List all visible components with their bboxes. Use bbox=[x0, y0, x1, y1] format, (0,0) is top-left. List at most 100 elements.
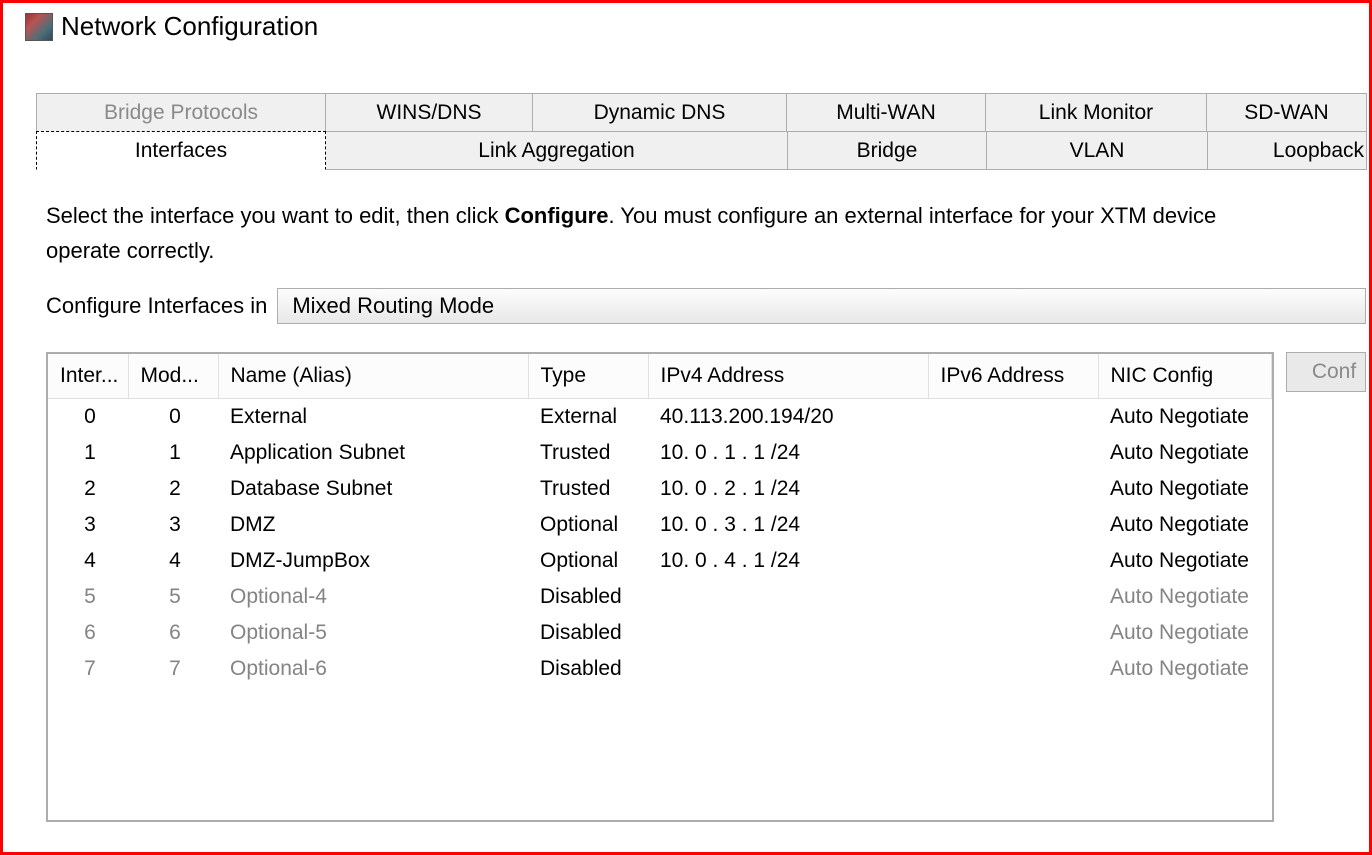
cell-ipv4: 10. 0 . 4 . 1 /24 bbox=[648, 543, 928, 579]
tab-link-monitor[interactable]: Link Monitor bbox=[985, 93, 1207, 132]
cell-nic: Auto Negotiate bbox=[1098, 435, 1272, 471]
cell-ipv6 bbox=[928, 399, 1098, 436]
grid-header-row: Inter... Mod... Name (Alias) Type IPv4 A… bbox=[48, 354, 1272, 399]
title-bar: Network Configuration bbox=[3, 3, 1369, 46]
cell-nic: Auto Negotiate bbox=[1098, 579, 1272, 615]
cell-interface: 7 bbox=[48, 651, 128, 687]
tab-sd-wan[interactable]: SD-WAN bbox=[1206, 93, 1367, 132]
tab-loopback[interactable]: Loopback bbox=[1207, 131, 1367, 170]
cell-name: Optional-6 bbox=[218, 651, 528, 687]
cell-name: DMZ bbox=[218, 507, 528, 543]
col-module[interactable]: Mod... bbox=[128, 354, 218, 399]
col-type[interactable]: Type bbox=[528, 354, 648, 399]
interfaces-panel: Select the interface you want to edit, t… bbox=[36, 169, 1366, 822]
col-ipv6-address[interactable]: IPv6 Address bbox=[928, 354, 1098, 399]
tab-link-aggregation[interactable]: Link Aggregation bbox=[325, 131, 788, 170]
cell-name: Optional-5 bbox=[218, 615, 528, 651]
cell-module: 7 bbox=[128, 651, 218, 687]
mode-row: Configure Interfaces in Mixed Routing Mo… bbox=[46, 288, 1366, 324]
window-frame: Network Configuration Bridge Protocols W… bbox=[0, 0, 1372, 855]
cell-nic: Auto Negotiate bbox=[1098, 399, 1272, 436]
cell-ipv6 bbox=[928, 471, 1098, 507]
instruction-bold: Configure bbox=[505, 203, 609, 228]
table-row[interactable]: 22Database SubnetTrusted10. 0 . 2 . 1 /2… bbox=[48, 471, 1272, 507]
cell-interface: 5 bbox=[48, 579, 128, 615]
cell-interface: 6 bbox=[48, 615, 128, 651]
tab-multi-wan[interactable]: Multi-WAN bbox=[786, 93, 986, 132]
cell-interface: 1 bbox=[48, 435, 128, 471]
table-row[interactable]: 00ExternalExternal40.113.200.194/20Auto … bbox=[48, 399, 1272, 436]
cell-module: 2 bbox=[128, 471, 218, 507]
cell-interface: 0 bbox=[48, 399, 128, 436]
cell-type: Trusted bbox=[528, 471, 648, 507]
cell-nic: Auto Negotiate bbox=[1098, 507, 1272, 543]
table-row[interactable]: 55Optional-4DisabledAuto Negotiate bbox=[48, 579, 1272, 615]
side-buttons: Conf bbox=[1286, 352, 1366, 822]
col-name-alias[interactable]: Name (Alias) bbox=[218, 354, 528, 399]
cell-name: Application Subnet bbox=[218, 435, 528, 471]
tab-strip: Bridge Protocols WINS/DNS Dynamic DNS Mu… bbox=[6, 63, 1366, 822]
cell-type: Disabled bbox=[528, 615, 648, 651]
mode-label: Configure Interfaces in bbox=[46, 293, 267, 319]
cell-module: 4 bbox=[128, 543, 218, 579]
col-nic-config[interactable]: NIC Config bbox=[1098, 354, 1272, 399]
tab-dynamic-dns[interactable]: Dynamic DNS bbox=[532, 93, 787, 132]
configure-button[interactable]: Conf bbox=[1286, 352, 1366, 392]
cell-ipv4: 10. 0 . 3 . 1 /24 bbox=[648, 507, 928, 543]
cell-type: Optional bbox=[528, 507, 648, 543]
cell-type: Disabled bbox=[528, 579, 648, 615]
cell-module: 1 bbox=[128, 435, 218, 471]
cell-type: Trusted bbox=[528, 435, 648, 471]
table-area: Inter... Mod... Name (Alias) Type IPv4 A… bbox=[46, 352, 1366, 822]
cell-type: Disabled bbox=[528, 651, 648, 687]
tab-vlan[interactable]: VLAN bbox=[986, 131, 1208, 170]
client-area: Bridge Protocols WINS/DNS Dynamic DNS Mu… bbox=[6, 63, 1366, 849]
cell-nic: Auto Negotiate bbox=[1098, 471, 1272, 507]
cell-interface: 3 bbox=[48, 507, 128, 543]
routing-mode-select[interactable]: Mixed Routing Mode bbox=[277, 288, 1366, 324]
cell-ipv4 bbox=[648, 615, 928, 651]
cell-ipv6 bbox=[928, 651, 1098, 687]
tab-wins-dns[interactable]: WINS/DNS bbox=[325, 93, 533, 132]
cell-ipv4: 10. 0 . 2 . 1 /24 bbox=[648, 471, 928, 507]
cell-module: 3 bbox=[128, 507, 218, 543]
cell-nic: Auto Negotiate bbox=[1098, 615, 1272, 651]
table-row[interactable]: 33DMZOptional10. 0 . 3 . 1 /24Auto Negot… bbox=[48, 507, 1272, 543]
tab-row-back: Bridge Protocols WINS/DNS Dynamic DNS Mu… bbox=[36, 93, 1366, 131]
cell-ipv6 bbox=[928, 615, 1098, 651]
cell-ipv4 bbox=[648, 579, 928, 615]
table-row[interactable]: 66Optional-5DisabledAuto Negotiate bbox=[48, 615, 1272, 651]
cell-name: Database Subnet bbox=[218, 471, 528, 507]
cell-nic: Auto Negotiate bbox=[1098, 543, 1272, 579]
table-row[interactable]: 44DMZ-JumpBoxOptional10. 0 . 4 . 1 /24Au… bbox=[48, 543, 1272, 579]
app-icon bbox=[25, 13, 53, 41]
col-interface[interactable]: Inter... bbox=[48, 354, 128, 399]
cell-ipv6 bbox=[928, 507, 1098, 543]
interfaces-grid[interactable]: Inter... Mod... Name (Alias) Type IPv4 A… bbox=[46, 352, 1274, 822]
cell-ipv6 bbox=[928, 579, 1098, 615]
cell-ipv4: 10. 0 . 1 . 1 /24 bbox=[648, 435, 928, 471]
tab-row-front: Interfaces Link Aggregation Bridge VLAN … bbox=[36, 131, 1366, 169]
window-title: Network Configuration bbox=[61, 11, 318, 42]
table-row[interactable]: 11Application SubnetTrusted10. 0 . 1 . 1… bbox=[48, 435, 1272, 471]
cell-type: External bbox=[528, 399, 648, 436]
cell-nic: Auto Negotiate bbox=[1098, 651, 1272, 687]
tab-interfaces[interactable]: Interfaces bbox=[36, 131, 326, 170]
col-ipv4-address[interactable]: IPv4 Address bbox=[648, 354, 928, 399]
cell-module: 5 bbox=[128, 579, 218, 615]
cell-module: 6 bbox=[128, 615, 218, 651]
cell-interface: 2 bbox=[48, 471, 128, 507]
cell-ipv4: 40.113.200.194/20 bbox=[648, 399, 928, 436]
cell-ipv6 bbox=[928, 543, 1098, 579]
tab-bridge-protocols[interactable]: Bridge Protocols bbox=[36, 93, 326, 132]
tab-bridge[interactable]: Bridge bbox=[787, 131, 987, 170]
instruction-pre: Select the interface you want to edit, t… bbox=[46, 203, 505, 228]
cell-name: DMZ-JumpBox bbox=[218, 543, 528, 579]
table-row[interactable]: 77Optional-6DisabledAuto Negotiate bbox=[48, 651, 1272, 687]
cell-interface: 4 bbox=[48, 543, 128, 579]
routing-mode-value: Mixed Routing Mode bbox=[292, 293, 494, 319]
cell-ipv6 bbox=[928, 435, 1098, 471]
cell-module: 0 bbox=[128, 399, 218, 436]
cell-ipv4 bbox=[648, 651, 928, 687]
instruction-text: Select the interface you want to edit, t… bbox=[46, 198, 1366, 268]
